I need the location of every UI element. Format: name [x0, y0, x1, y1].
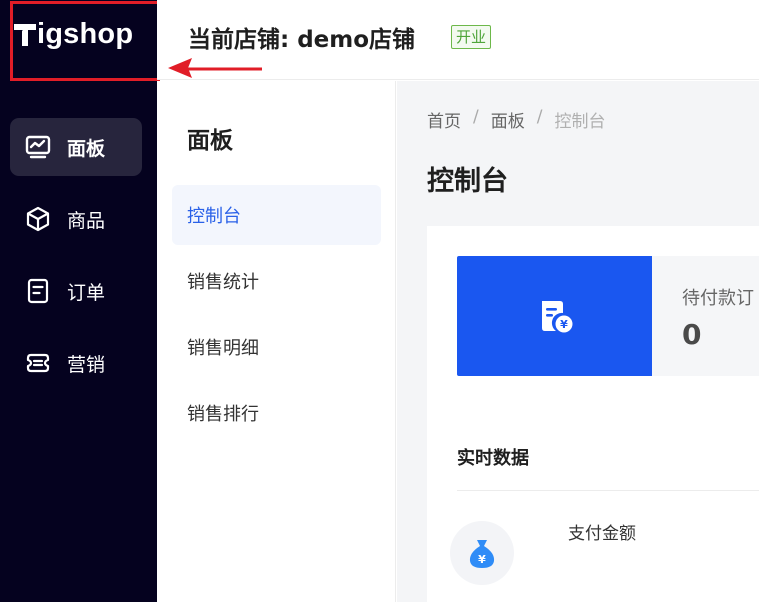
page-title: 控制台: [427, 166, 508, 197]
breadcrumb-separator: /: [536, 107, 543, 127]
sub-navigation: 面板 控制台 销售统计 销售明细 销售排行: [157, 81, 396, 602]
annotation-arrow-icon: [168, 58, 262, 78]
sidebar-item-products[interactable]: 商品: [10, 190, 142, 248]
status-badge: 开业: [451, 25, 492, 49]
stat-label: 待付款订: [682, 288, 754, 309]
money-bag-icon: ¥: [450, 521, 514, 585]
store-title: 当前店铺: demo店铺: [188, 27, 416, 53]
stat-panel[interactable]: 待付款订 0: [652, 256, 759, 376]
pay-amount-label: 支付金额: [568, 524, 636, 544]
order-payment-icon: ¥: [541, 301, 572, 333]
main-content: 首页 / 面板 / 控制台 控制台 ¥ 待付款订 0 实时数据 ¥ 支付金额: [397, 81, 759, 602]
sidebar-item-dashboard[interactable]: 面板: [10, 118, 142, 176]
sidebar-item-label: 营销: [67, 353, 106, 376]
annotation-highlight-box: [10, 1, 160, 81]
subnav-item-sales-stats[interactable]: 销售统计: [172, 251, 381, 311]
breadcrumb-separator: /: [473, 107, 479, 127]
dashboard-icon: [25, 134, 51, 160]
breadcrumb-current: 控制台: [554, 112, 606, 132]
svg-text:¥: ¥: [478, 553, 486, 566]
svg-text:¥: ¥: [560, 318, 568, 331]
overview-card: ¥ 待付款订 0 实时数据 ¥ 支付金额: [427, 226, 759, 602]
breadcrumb: 首页 / 面板 / 控制台: [427, 107, 605, 132]
realtime-section-title: 实时数据: [457, 448, 529, 469]
subnav-item-sales-ranking[interactable]: 销售排行: [172, 383, 381, 443]
subnav-item-sales-detail[interactable]: 销售明细: [172, 317, 381, 377]
divider: [457, 490, 759, 491]
ticket-icon: [25, 350, 51, 376]
sidebar-item-label: 商品: [67, 209, 106, 232]
subnav-title: 面板: [187, 128, 233, 154]
cube-icon: [25, 206, 51, 232]
sidebar: igshop 面板 商品 订单 营销: [0, 0, 157, 602]
stat-icon-box[interactable]: ¥: [457, 256, 652, 376]
breadcrumb-dashboard[interactable]: 面板: [491, 107, 525, 132]
stat-value: 0: [682, 318, 702, 351]
breadcrumb-home[interactable]: 首页: [427, 107, 461, 132]
sidebar-item-label: 面板: [67, 137, 106, 160]
document-icon: [25, 278, 51, 304]
sidebar-item-marketing[interactable]: 营销: [10, 334, 142, 392]
sidebar-item-label: 订单: [67, 281, 106, 304]
sidebar-item-orders[interactable]: 订单: [10, 262, 142, 320]
subnav-item-console[interactable]: 控制台: [172, 185, 381, 245]
